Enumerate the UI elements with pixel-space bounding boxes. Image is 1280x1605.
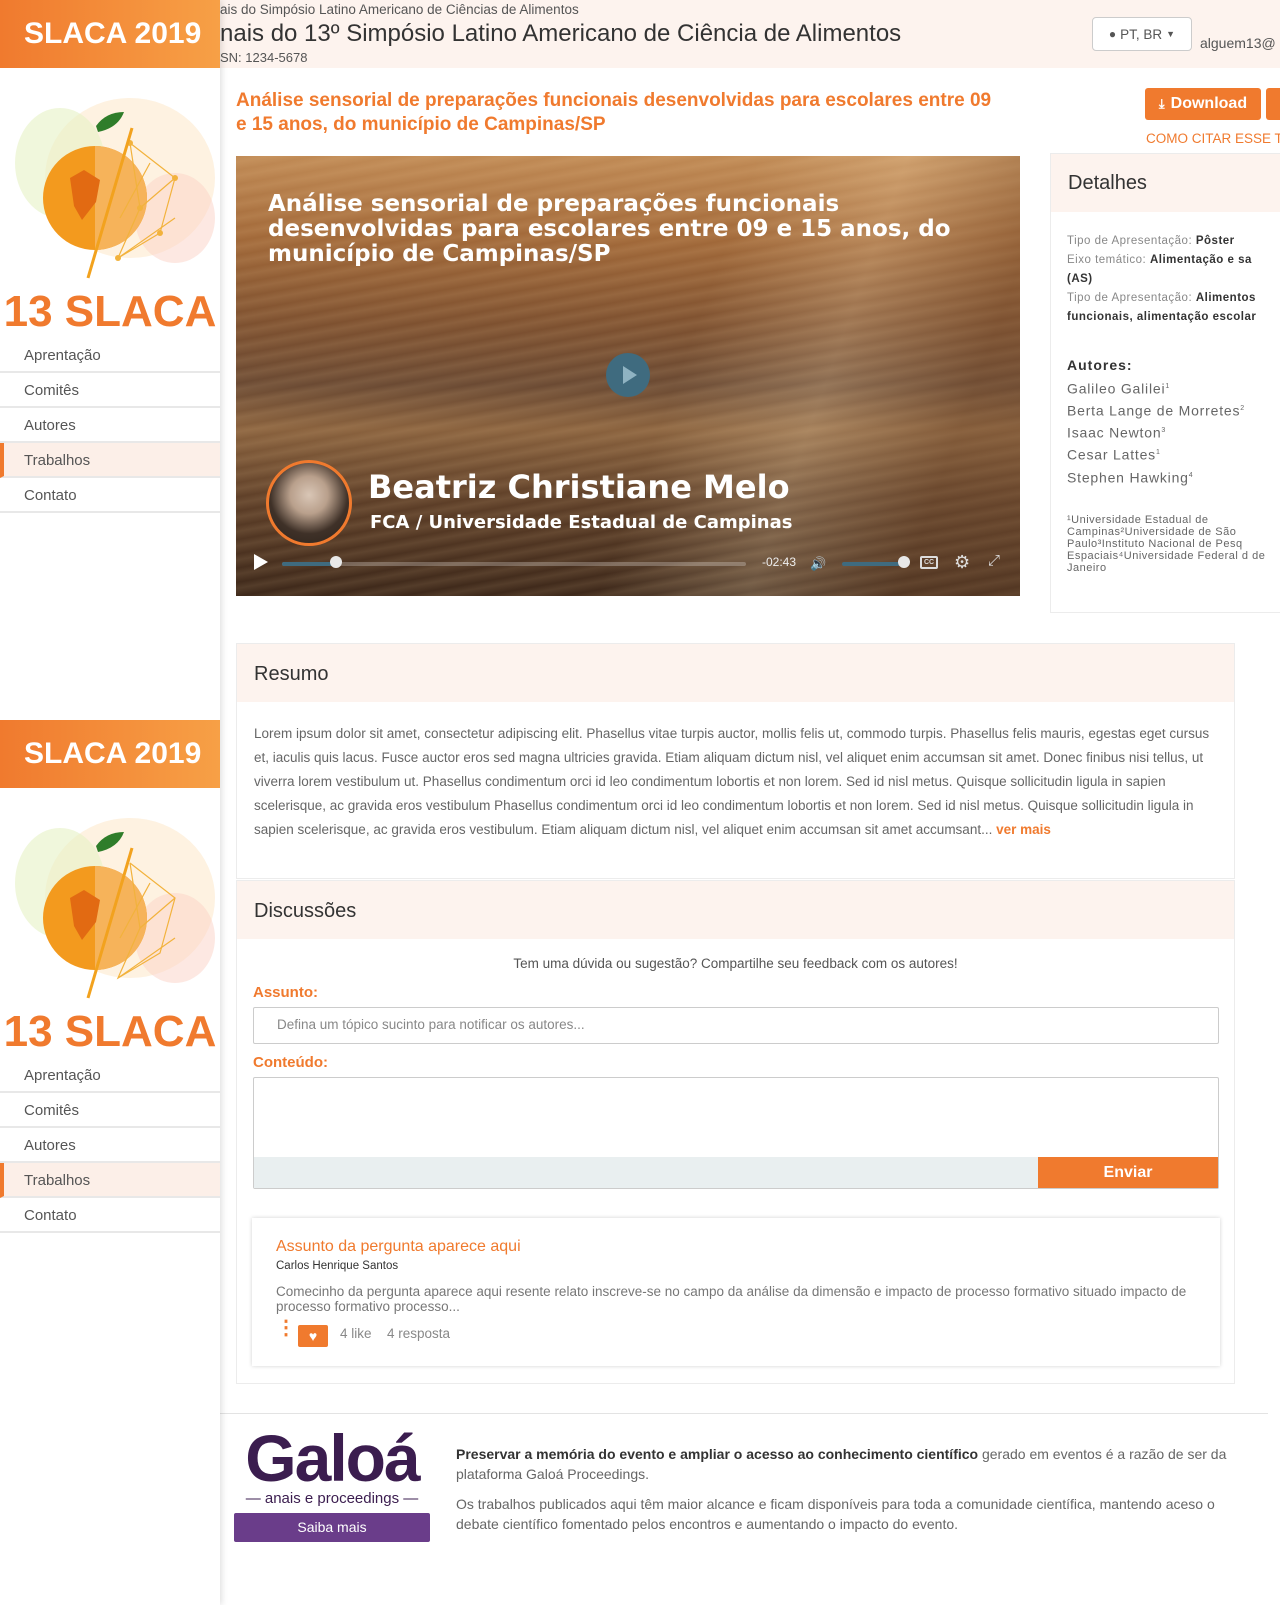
slaca-logo: 13 SLACA — [0, 788, 220, 1058]
captions-icon[interactable]: CC — [920, 556, 938, 569]
download-button[interactable]: ⤓ Download — [1145, 88, 1261, 120]
question-title[interactable]: Assunto da pergunta aparece aqui — [276, 1238, 521, 1256]
author-item[interactable]: Berta Lange de Morretes2 — [1067, 399, 1280, 421]
sidebar-item-comites[interactable]: Comitês — [0, 373, 220, 408]
galoa-tagline: — anais e proceedings — — [245, 1490, 419, 1507]
sidebar-item-contato[interactable]: Contato — [0, 478, 220, 513]
content-textarea[interactable]: Enviar — [253, 1077, 1219, 1189]
sidebar-nav: Aprentação Comitês Autores Trabalhos Con… — [0, 338, 220, 513]
saiba-mais-button[interactable]: Saiba mais — [234, 1513, 430, 1542]
question-body: Comecinho da pergunta aparece aqui resen… — [276, 1284, 1187, 1314]
more-options-icon[interactable]: ⋮ — [276, 1318, 296, 1338]
logo-text: 13 SLACA — [4, 1007, 217, 1056]
share-button[interactable] — [1266, 88, 1280, 120]
presenter-institution: FCA / Universidade Estadual de Campinas — [370, 512, 793, 533]
author-item[interactable]: Galileo Galilei1 — [1067, 377, 1280, 399]
resumo-text: Lorem ipsum dolor sit amet, consectetur … — [254, 726, 1210, 837]
time-remaining: -02:43 — [762, 555, 797, 569]
play-icon[interactable] — [254, 554, 268, 570]
play-icon — [623, 366, 637, 384]
video-controls: -02:43 🔊 CC ⚙ ⤢ — [236, 546, 1020, 586]
editor-toolbar — [254, 1157, 1038, 1188]
ver-mais-link[interactable]: ver mais — [996, 822, 1051, 837]
footer: Galoá — anais e proceedings — Saiba mais… — [212, 1413, 1268, 1593]
author-item[interactable]: Cesar Lattes1 — [1067, 443, 1280, 465]
presenter-name: Beatriz Christiane Melo — [368, 468, 790, 506]
language-label: PT, BR — [1120, 26, 1163, 42]
volume-handle[interactable] — [898, 556, 910, 568]
top-bar: ais do Simpósio Latino Americano de Ciên… — [220, 0, 1280, 68]
slaca-logo: 13 SLACA — [0, 68, 220, 338]
like-count: 4 like — [340, 1326, 372, 1341]
detail-row: (AS) — [1067, 273, 1093, 285]
authors-list: Galileo Galilei1 Berta Lange de Morretes… — [1067, 377, 1280, 488]
globe-icon: ● — [1108, 27, 1117, 41]
volume-icon[interactable]: 🔊 — [810, 556, 826, 572]
author-item[interactable]: Stephen Hawking4 — [1067, 466, 1280, 488]
cite-link[interactable]: COMO CITAR ESSE T — [1146, 131, 1280, 146]
discussion-prompt: Tem uma dúvida ou sugestão? Compartilhe … — [513, 956, 958, 971]
event-subtitle: ais do Simpósio Latino Americano de Ciên… — [220, 2, 579, 17]
authors-heading: Autores: — [1067, 357, 1133, 373]
sidebar-item-autores[interactable]: Autores — [0, 1128, 220, 1163]
sidebar-brand: SLACA 2019 — [0, 0, 220, 68]
heart-icon[interactable]: ♥ — [298, 1325, 328, 1347]
video-title: Análise sensorial de preparações funcion… — [268, 191, 951, 267]
reply-count[interactable]: 4 resposta — [387, 1326, 450, 1341]
download-icon: ⤓ — [1158, 96, 1165, 111]
detail-row: Tipo de Apresentação: Alimentos — [1067, 292, 1256, 304]
details-panel: Detalhes Tipo de Apresentação: Pôster Ei… — [1050, 153, 1280, 613]
galoa-logo: Galoá — anais e proceedings — Saiba mais — [234, 1422, 430, 1542]
paper-title: Análise sensorial de preparações funcion… — [236, 90, 992, 135]
content-label: Conteúdo: — [253, 1054, 328, 1071]
discussoes-panel: Discussões Tem uma dúvida ou sugestão? C… — [236, 880, 1235, 1384]
galoa-wordmark: Galoá — [245, 1421, 420, 1495]
logo-text: 13 SLACA — [4, 287, 217, 336]
detail-row: Eixo temático: Alimentação e sa — [1067, 254, 1252, 266]
sidebar-brand: SLACA 2019 — [0, 720, 220, 788]
issn: SN: 1234-5678 — [220, 50, 308, 65]
resumo-heading: Resumo — [237, 644, 1234, 702]
volume-slider[interactable] — [842, 562, 904, 566]
progress-bar[interactable] — [282, 562, 746, 566]
presenter-avatar — [266, 460, 352, 546]
sidebar-nav: Aprentação Comitês Autores Trabalhos Con… — [0, 1058, 220, 1233]
question-card: Assunto da pergunta aparece aqui Carlos … — [252, 1218, 1220, 1366]
sidebar-item-comites[interactable]: Comitês — [0, 1093, 220, 1128]
resumo-panel: Resumo Lorem ipsum dolor sit amet, conse… — [236, 643, 1235, 879]
fullscreen-icon[interactable]: ⤢ — [988, 552, 1000, 569]
question-author: Carlos Henrique Santos — [276, 1260, 399, 1272]
sidebar-item-contato[interactable]: Contato — [0, 1198, 220, 1233]
sidebar-item-apresentacao[interactable]: Aprentação — [0, 1058, 220, 1093]
details-list: Tipo de Apresentação: Pôster Eixo temáti… — [1051, 212, 1280, 327]
sidebar-item-trabalhos[interactable]: Trabalhos — [0, 443, 220, 478]
author-item[interactable]: Isaac Newton3 — [1067, 421, 1280, 443]
user-account[interactable]: alguem13@ — [1200, 35, 1276, 51]
detail-row: Tipo de Apresentação: Pôster — [1067, 235, 1235, 247]
sidebar-item-autores[interactable]: Autores — [0, 408, 220, 443]
discussoes-heading: Discussões — [237, 881, 1234, 939]
detail-row: funcionais, alimentação escolar — [1067, 311, 1257, 323]
progress-handle[interactable] — [330, 556, 342, 568]
footer-text: Preservar a memória do evento e ampliar … — [456, 1446, 1227, 1532]
sidebar-repeat: SLACA 2019 13 SLACA Aprentação Comitês A… — [0, 720, 220, 1280]
details-heading: Detalhes — [1051, 154, 1280, 212]
sidebar-item-trabalhos[interactable]: Trabalhos — [0, 1163, 220, 1198]
caret-down-icon: ▼ — [1166, 29, 1176, 39]
affiliations: ¹Universidade Estadual de Campinas²Unive… — [1067, 513, 1266, 574]
language-selector[interactable]: ● PT, BR ▼ — [1092, 17, 1192, 51]
subject-input[interactable]: Defina um tópico sucinto para notificar … — [253, 1007, 1219, 1044]
gear-icon[interactable]: ⚙ — [954, 552, 970, 573]
download-label: Download — [1170, 95, 1248, 112]
send-button[interactable]: Enviar — [1038, 1157, 1218, 1188]
subject-label: Assunto: — [253, 984, 318, 1001]
play-button[interactable] — [606, 353, 650, 397]
video-player[interactable]: Análise sensorial de preparações funcion… — [236, 156, 1020, 596]
sidebar-item-apresentacao[interactable]: Aprentação — [0, 338, 220, 373]
event-title: nais do 13º Simpósio Latino Americano de… — [220, 20, 902, 47]
